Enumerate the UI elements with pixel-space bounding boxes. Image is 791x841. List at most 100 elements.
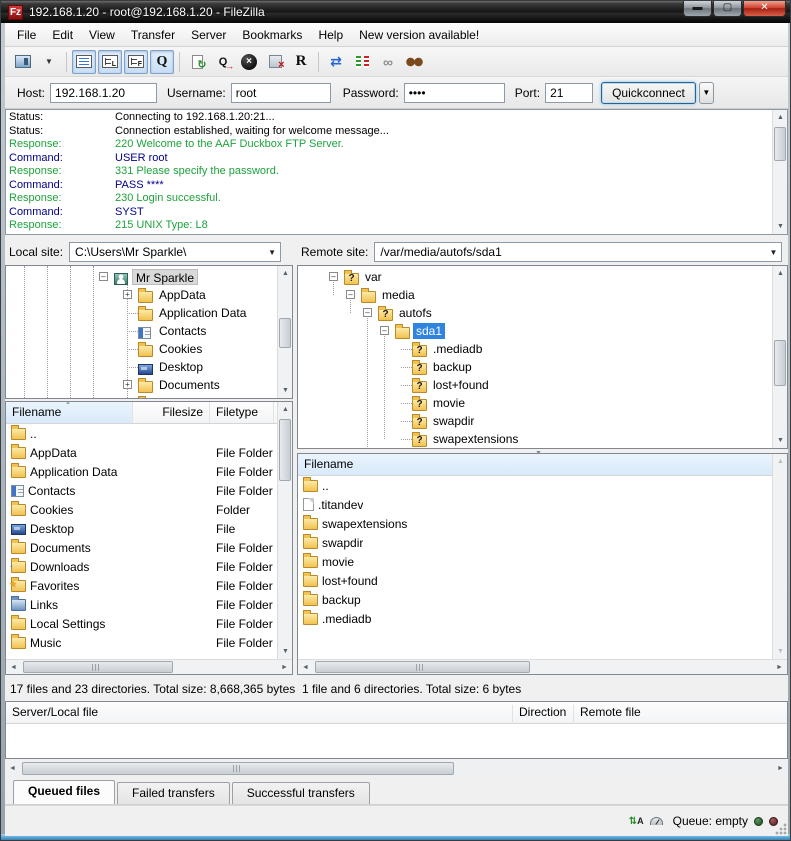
collapse-box-icon[interactable]: – [363, 308, 372, 317]
toggle-remote-tree-icon[interactable]: F [124, 50, 148, 74]
collapse-box-icon[interactable]: – [380, 326, 389, 335]
tree-item-desktop[interactable]: Desktop [6, 358, 276, 376]
site-manager-icon[interactable] [11, 50, 35, 74]
list-item-music[interactable]: MusicFile Folder [6, 634, 276, 653]
list-item-downloads[interactable]: DownloadsFile Folder [6, 558, 276, 577]
queue-hscrollbar[interactable]: ◄ ► [5, 761, 788, 776]
menu-item-file[interactable]: File [9, 25, 44, 45]
menu-item-server[interactable]: Server [183, 25, 234, 45]
tree-item-movie[interactable]: movie [298, 394, 771, 412]
column-header-filetype[interactable]: Filetype [210, 402, 274, 423]
maximize-button[interactable]: ▢ [713, 1, 742, 17]
scroll-up-icon[interactable]: ▲ [278, 402, 293, 417]
collapse-box-icon[interactable]: – [99, 272, 108, 281]
local-tree-scrollbar[interactable]: ▲ ▼ [277, 266, 292, 398]
tab-queued-files[interactable]: Queued files [13, 780, 115, 804]
quickconnect-dropdown[interactable]: ▼ [699, 82, 714, 104]
menu-item-help[interactable]: Help [310, 25, 351, 45]
list-item-links[interactable]: LinksFile Folder [6, 596, 276, 615]
scroll-up-icon[interactable]: ▲ [278, 266, 293, 281]
remote-list-hscrollbar[interactable]: ◄ ► [298, 659, 787, 674]
tree-item-media[interactable]: –media [298, 286, 771, 304]
tree-item-sda1[interactable]: –sda1 [298, 322, 771, 340]
scroll-down-icon[interactable]: ▼ [278, 383, 293, 398]
minimize-button[interactable]: ▬ [683, 1, 712, 17]
local-list-scrollbar[interactable]: ▲ ▼ [277, 402, 292, 659]
scroll-up-icon[interactable]: ▲ [773, 110, 788, 125]
list-item--titandev[interactable]: .titandev [298, 496, 771, 515]
scroll-down-icon[interactable]: ▼ [773, 644, 788, 659]
menu-item-view[interactable]: View [81, 25, 123, 45]
chevron-down-icon[interactable]: ▼ [769, 248, 777, 257]
directory-comparison-icon[interactable] [350, 50, 374, 74]
tree-item-autofs[interactable]: –autofs [298, 304, 771, 322]
local-site-combobox[interactable]: C:\Users\Mr Sparkle\ ▼ [69, 242, 281, 262]
list-item-swapdir[interactable]: swapdir [298, 534, 771, 553]
column-header-filesize[interactable]: Filesize [133, 402, 210, 423]
column-header-server-local-file[interactable]: Server/Local file [6, 705, 511, 724]
host-input[interactable] [50, 83, 157, 103]
scroll-right-icon[interactable]: ► [773, 761, 788, 776]
menu-item-transfer[interactable]: Transfer [123, 25, 183, 45]
process-queue-icon[interactable]: Q→ [211, 50, 235, 74]
tree-item-application-data[interactable]: Application Data [6, 304, 276, 322]
tree-item-swapextensions[interactable]: swapextensions [298, 430, 771, 448]
menu-item-edit[interactable]: Edit [44, 25, 81, 45]
remote-file-list[interactable]: Filename ...titandevswapextensionsswapdi… [297, 453, 788, 675]
collapse-box-icon[interactable]: – [329, 272, 338, 281]
list-item-swapextensions[interactable]: swapextensions [298, 515, 771, 534]
cancel-operation-icon[interactable]: × [237, 50, 261, 74]
tree-item--mediadb[interactable]: .mediadb [298, 340, 771, 358]
scroll-thumb[interactable] [279, 419, 291, 481]
local-file-list[interactable]: ▲ Filename Filesize Filetype ..AppDataFi… [5, 401, 293, 675]
list-item--[interactable]: .. [298, 477, 771, 496]
expand-box-icon[interactable]: + [123, 380, 132, 389]
port-input[interactable] [545, 83, 593, 103]
title-bar[interactable]: Fz 192.168.1.20 - root@192.168.1.20 - Fi… [1, 1, 791, 23]
remote-tree-scrollbar[interactable]: ▲ ▼ [772, 266, 787, 448]
scroll-thumb[interactable] [774, 340, 786, 386]
tree-item-swapdir[interactable]: swapdir [298, 412, 771, 430]
scroll-up-icon[interactable]: ▲ [773, 454, 788, 469]
list-item-backup[interactable]: backup [298, 591, 771, 610]
list-item-desktop[interactable]: DesktopFile [6, 520, 276, 539]
tree-item-backup[interactable]: backup [298, 358, 771, 376]
password-input[interactable] [404, 83, 505, 103]
list-item-application-data[interactable]: Application DataFile Folder [6, 463, 276, 482]
tree-item-downloads[interactable]: +Downloads [6, 394, 276, 398]
scroll-left-icon[interactable]: ◄ [5, 761, 20, 776]
scroll-up-icon[interactable]: ▲ [773, 266, 788, 281]
expand-box-icon[interactable]: + [123, 290, 132, 299]
column-header-direction[interactable]: Direction [512, 705, 572, 724]
tree-item-lost-found[interactable]: lost+found [298, 376, 771, 394]
log-scrollbar[interactable]: ▲ ▼ [772, 110, 787, 234]
scroll-right-icon[interactable]: ► [277, 660, 292, 675]
list-item-movie[interactable]: movie [298, 553, 771, 572]
list-item-lost-found[interactable]: lost+found [298, 572, 771, 591]
list-item--mediadb[interactable]: .mediadb [298, 610, 771, 629]
close-button[interactable]: ✕ [743, 1, 786, 17]
scroll-thumb[interactable] [279, 318, 291, 348]
tree-item-mr-sparkle[interactable]: –Mr Sparkle [6, 268, 276, 286]
list-item--[interactable]: .. [6, 425, 276, 444]
column-header-filename[interactable]: ▲ Filename [6, 402, 133, 423]
site-manager-dropdown-icon[interactable]: ▼ [37, 50, 61, 74]
username-input[interactable] [231, 83, 331, 103]
list-item-documents[interactable]: DocumentsFile Folder [6, 539, 276, 558]
scroll-down-icon[interactable]: ▼ [773, 433, 788, 448]
transfer-queue-panel[interactable]: Server/Local file Direction Remote file [5, 701, 788, 759]
local-tree-panel[interactable]: –Mr Sparkle+AppDataApplication DataConta… [5, 265, 293, 399]
collapse-box-icon[interactable]: – [346, 290, 355, 299]
filter-icon[interactable] [402, 50, 426, 74]
disconnect-icon[interactable]: × [263, 50, 287, 74]
scroll-left-icon[interactable]: ◄ [6, 660, 21, 675]
tab-failed-transfers[interactable]: Failed transfers [117, 782, 230, 804]
scroll-thumb[interactable] [774, 127, 786, 161]
remote-tree-panel[interactable]: –var–media–autofs–sda1.mediadbbackuplost… [297, 265, 788, 449]
toggle-transfer-queue-icon[interactable]: Q [150, 50, 174, 74]
quickconnect-button[interactable]: Quickconnect [601, 82, 696, 104]
list-item-contacts[interactable]: ContactsFile Folder [6, 482, 276, 501]
remote-list-scrollbar[interactable]: ▲ ▼ [772, 454, 787, 659]
scroll-down-icon[interactable]: ▼ [773, 219, 788, 234]
scroll-left-icon[interactable]: ◄ [298, 660, 313, 675]
